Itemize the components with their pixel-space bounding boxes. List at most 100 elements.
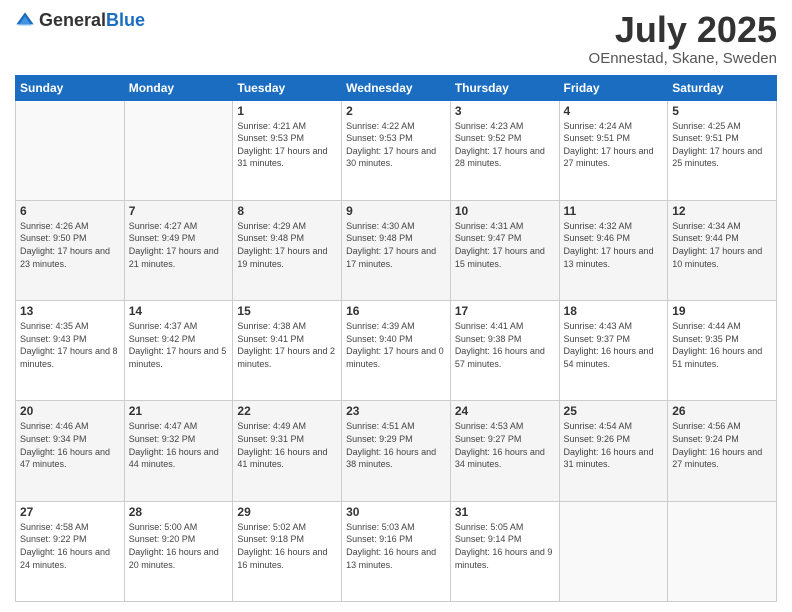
day-number: 3 [455,104,555,118]
day-number: 24 [455,404,555,418]
day-number: 23 [346,404,446,418]
day-number: 11 [564,204,664,218]
day-number: 2 [346,104,446,118]
day-info: Sunrise: 4:21 AM Sunset: 9:53 PM Dayligh… [237,120,337,170]
calendar-cell: 28Sunrise: 5:00 AM Sunset: 9:20 PM Dayli… [124,501,233,601]
day-number: 16 [346,304,446,318]
calendar-cell: 7 Sunrise: 4:27 AM Sunset: 9:49 PM Daylig… [124,200,233,300]
logo-text-general: General [39,10,106,30]
calendar-cell: 2Sunrise: 4:22 AM Sunset: 9:53 PM Daylig… [342,100,451,200]
calendar-cell: 14Sunrise: 4:37 AM Sunset: 9:42 PM Dayli… [124,301,233,401]
day-info: Sunrise: 4:44 AM Sunset: 9:35 PM Dayligh… [672,320,772,370]
day-info: Sunrise: 4:26 AM Sunset: 9:50 PM Dayligh… [20,220,120,270]
day-number: 6 [20,204,120,218]
day-info: Sunrise: 4:47 AM Sunset: 9:32 PM Dayligh… [129,420,229,470]
calendar-cell: 9 Sunrise: 4:30 AM Sunset: 9:48 PM Daylig… [342,200,451,300]
day-info: Sunrise: 4:53 AM Sunset: 9:27 PM Dayligh… [455,420,555,470]
col-sunday: Sunday [16,75,125,100]
day-info: Sunrise: 4:30 AM Sunset: 9:48 PM Dayligh… [346,220,446,270]
day-number: 13 [20,304,120,318]
day-number: 27 [20,505,120,519]
calendar-cell: 20 Sunrise: 4:46 AM Sunset: 9:34 PM Dayli… [16,401,125,501]
day-info: Sunrise: 4:35 AM Sunset: 9:43 PM Dayligh… [20,320,120,370]
col-friday: Friday [559,75,668,100]
calendar-cell: 21Sunrise: 4:47 AM Sunset: 9:32 PM Dayli… [124,401,233,501]
day-info: Sunrise: 4:43 AM Sunset: 9:37 PM Dayligh… [564,320,664,370]
col-tuesday: Tuesday [233,75,342,100]
day-info: Sunrise: 5:05 AM Sunset: 9:14 PM Dayligh… [455,521,555,571]
calendar-cell: 12Sunrise: 4:34 AM Sunset: 9:44 PM Dayli… [668,200,777,300]
page-header: GeneralBlue July 2025 OEnnestad, Skane, … [15,10,777,67]
day-info: Sunrise: 4:41 AM Sunset: 9:38 PM Dayligh… [455,320,555,370]
day-number: 18 [564,304,664,318]
day-number: 22 [237,404,337,418]
calendar-cell: 27 Sunrise: 4:58 AM Sunset: 9:22 PM Dayli… [16,501,125,601]
col-saturday: Saturday [668,75,777,100]
calendar-cell: 10 Sunrise: 4:31 AM Sunset: 9:47 PM Dayli… [450,200,559,300]
day-info: Sunrise: 5:03 AM Sunset: 9:16 PM Dayligh… [346,521,446,571]
day-number: 20 [20,404,120,418]
day-info: Sunrise: 4:46 AM Sunset: 9:34 PM Dayligh… [20,420,120,470]
logo: GeneralBlue [15,10,145,31]
logo-icon [15,11,35,31]
day-info: Sunrise: 4:25 AM Sunset: 9:51 PM Dayligh… [672,120,772,170]
day-number: 17 [455,304,555,318]
day-number: 31 [455,505,555,519]
calendar-cell: 3 Sunrise: 4:23 AM Sunset: 9:52 PM Daylig… [450,100,559,200]
day-info: Sunrise: 4:24 AM Sunset: 9:51 PM Dayligh… [564,120,664,170]
day-number: 8 [237,204,337,218]
day-info: Sunrise: 5:02 AM Sunset: 9:18 PM Dayligh… [237,521,337,571]
day-number: 1 [237,104,337,118]
calendar-header-row: Sunday Monday Tuesday Wednesday Thursday… [16,75,777,100]
day-number: 29 [237,505,337,519]
day-number: 10 [455,204,555,218]
calendar-cell: 31 Sunrise: 5:05 AM Sunset: 9:14 PM Dayli… [450,501,559,601]
calendar-cell: 23 Sunrise: 4:51 AM Sunset: 9:29 PM Dayli… [342,401,451,501]
day-info: Sunrise: 4:34 AM Sunset: 9:44 PM Dayligh… [672,220,772,270]
day-info: Sunrise: 4:32 AM Sunset: 9:46 PM Dayligh… [564,220,664,270]
calendar-table: Sunday Monday Tuesday Wednesday Thursday… [15,75,777,602]
day-info: Sunrise: 4:56 AM Sunset: 9:24 PM Dayligh… [672,420,772,470]
location-title: OEnnestad, Skane, Sweden [589,50,777,67]
logo-text-blue: Blue [106,10,145,30]
calendar-cell: 22Sunrise: 4:49 AM Sunset: 9:31 PM Dayli… [233,401,342,501]
day-info: Sunrise: 4:51 AM Sunset: 9:29 PM Dayligh… [346,420,446,470]
day-info: Sunrise: 4:23 AM Sunset: 9:52 PM Dayligh… [455,120,555,170]
day-number: 4 [564,104,664,118]
day-info: Sunrise: 4:58 AM Sunset: 9:22 PM Dayligh… [20,521,120,571]
calendar-cell: 8 Sunrise: 4:29 AM Sunset: 9:48 PM Daylig… [233,200,342,300]
day-number: 19 [672,304,772,318]
calendar-cell: 5 Sunrise: 4:25 AM Sunset: 9:51 PM Daylig… [668,100,777,200]
col-monday: Monday [124,75,233,100]
calendar-cell: 13 Sunrise: 4:35 AM Sunset: 9:43 PM Dayli… [16,301,125,401]
calendar-cell [16,100,125,200]
day-info: Sunrise: 4:39 AM Sunset: 9:40 PM Dayligh… [346,320,446,370]
day-info: Sunrise: 4:38 AM Sunset: 9:41 PM Dayligh… [237,320,337,370]
calendar-cell: 24 Sunrise: 4:53 AM Sunset: 9:27 PM Dayli… [450,401,559,501]
calendar-cell [668,501,777,601]
day-info: Sunrise: 4:31 AM Sunset: 9:47 PM Dayligh… [455,220,555,270]
calendar-cell: 6 Sunrise: 4:26 AM Sunset: 9:50 PM Daylig… [16,200,125,300]
day-info: Sunrise: 4:29 AM Sunset: 9:48 PM Dayligh… [237,220,337,270]
day-number: 7 [129,204,229,218]
col-thursday: Thursday [450,75,559,100]
day-number: 15 [237,304,337,318]
calendar-cell: 26Sunrise: 4:56 AM Sunset: 9:24 PM Dayli… [668,401,777,501]
calendar-cell: 29 Sunrise: 5:02 AM Sunset: 9:18 PM Dayli… [233,501,342,601]
calendar-cell: 17 Sunrise: 4:41 AM Sunset: 9:38 PM Dayli… [450,301,559,401]
day-number: 9 [346,204,446,218]
calendar-cell: 18 Sunrise: 4:43 AM Sunset: 9:37 PM Dayli… [559,301,668,401]
calendar-cell: 19 Sunrise: 4:44 AM Sunset: 9:35 PM Dayli… [668,301,777,401]
col-wednesday: Wednesday [342,75,451,100]
calendar-cell: 16 Sunrise: 4:39 AM Sunset: 9:40 PM Dayli… [342,301,451,401]
month-title: July 2025 [589,10,777,50]
calendar-cell: 1 Sunrise: 4:21 AM Sunset: 9:53 PM Daylig… [233,100,342,200]
calendar-cell: 11 Sunrise: 4:32 AM Sunset: 9:46 PM Dayli… [559,200,668,300]
day-number: 28 [129,505,229,519]
title-block: July 2025 OEnnestad, Skane, Sweden [589,10,777,67]
day-number: 5 [672,104,772,118]
day-info: Sunrise: 4:37 AM Sunset: 9:42 PM Dayligh… [129,320,229,370]
day-info: Sunrise: 4:27 AM Sunset: 9:49 PM Dayligh… [129,220,229,270]
calendar-cell: 25Sunrise: 4:54 AM Sunset: 9:26 PM Dayli… [559,401,668,501]
calendar-cell [124,100,233,200]
